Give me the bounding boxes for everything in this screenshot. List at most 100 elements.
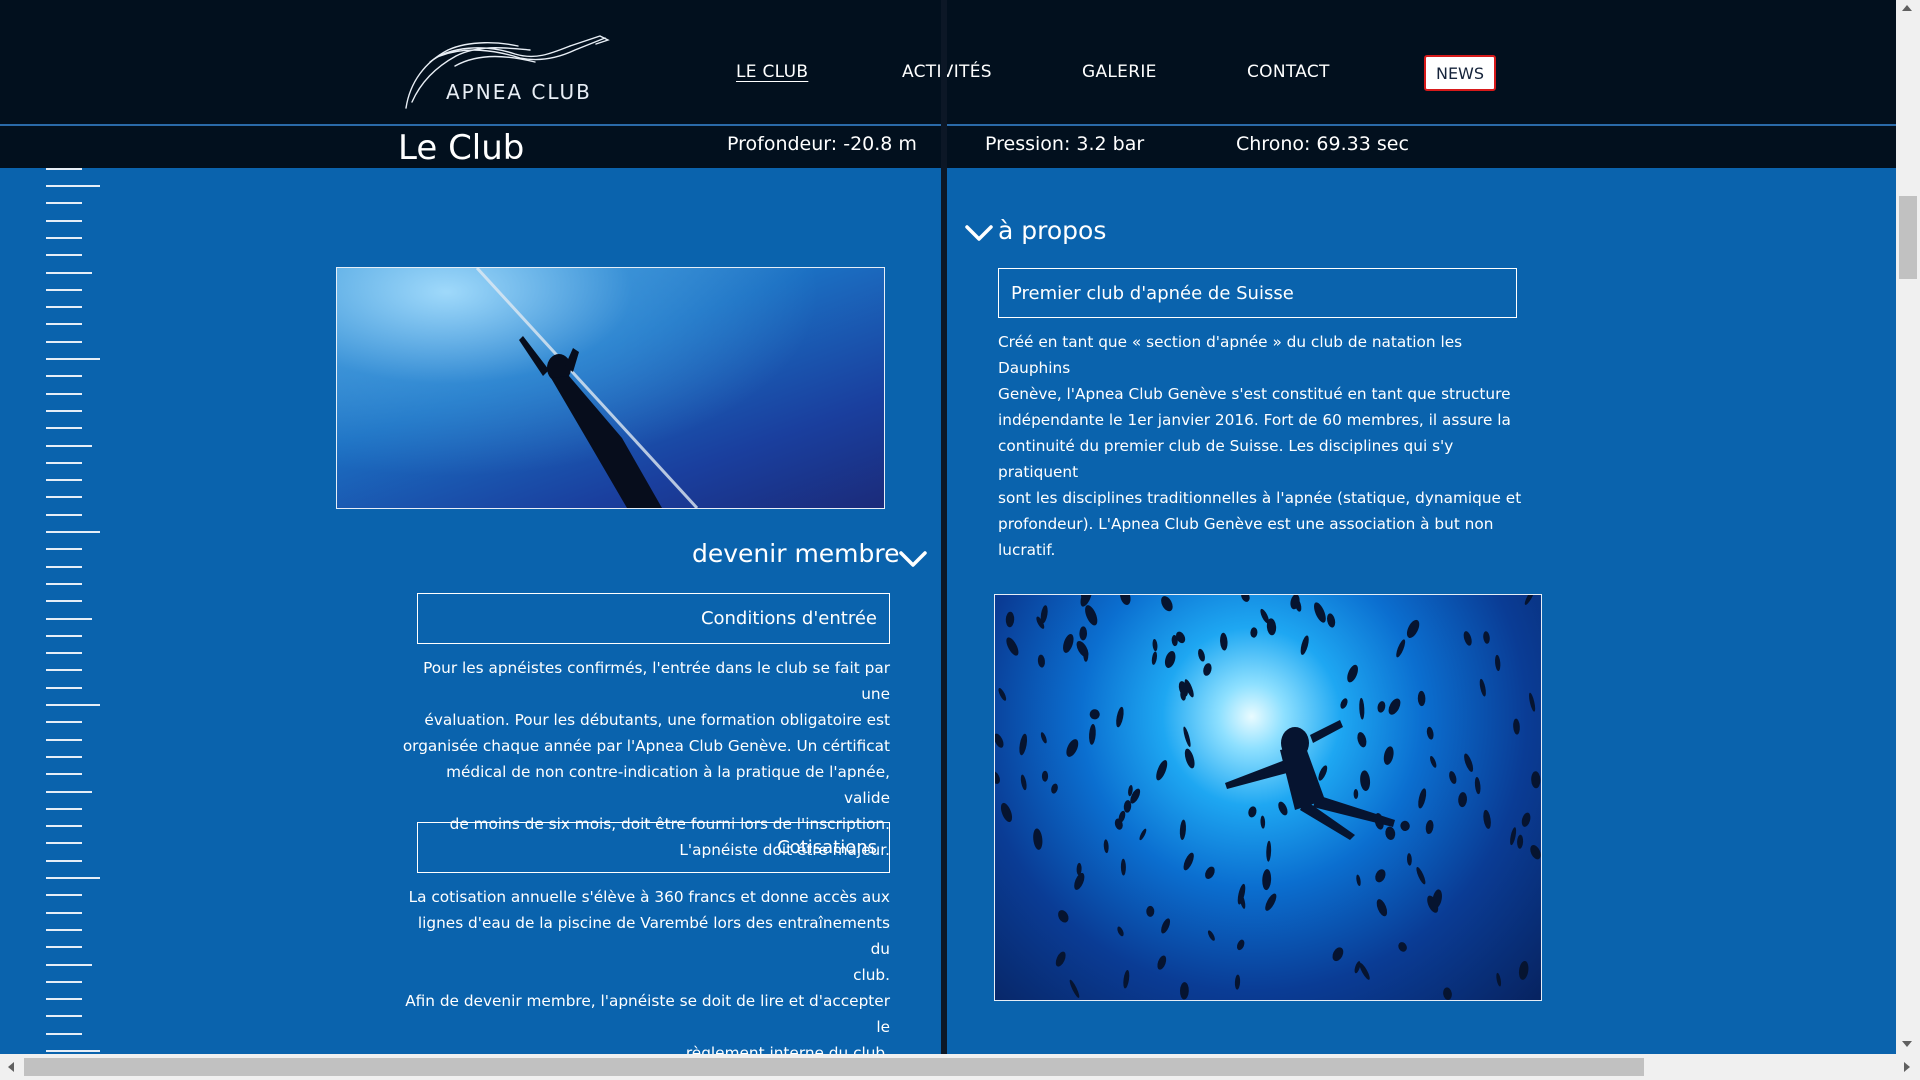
ruler-tick [46, 254, 82, 257]
fish-shape [1383, 746, 1394, 765]
chevron-down-icon[interactable] [899, 550, 927, 568]
fish-shape [1483, 809, 1491, 829]
fish-shape [1530, 845, 1541, 860]
ruler-tick [46, 911, 82, 914]
fish-shape [1300, 635, 1309, 655]
ruler-tick [46, 928, 82, 931]
fish-shape [1406, 853, 1412, 866]
fish-shape [1377, 701, 1386, 713]
fish-shape [1518, 960, 1529, 980]
ruler-tick [46, 755, 82, 758]
ruler-tick [46, 306, 82, 309]
fish-shape [1418, 788, 1427, 809]
nav-galerie[interactable]: GALERIE [1082, 62, 1157, 82]
scroll-left-arrow-icon[interactable] [8, 1062, 14, 1072]
ruler-tick [46, 704, 100, 706]
vertical-scrollbar[interactable] [1896, 0, 1920, 1054]
dive-stats-bar [0, 126, 1896, 168]
fish-shape [1020, 774, 1027, 791]
fish-shape [1327, 613, 1336, 628]
fish-shape [1425, 819, 1434, 835]
devenir-membre-heading[interactable]: devenir membre [692, 539, 900, 568]
fish-shape [1513, 718, 1520, 735]
depth-readout: Profondeur: -20.8 m [727, 133, 917, 155]
fish-shape [1458, 792, 1468, 808]
a-propos-text: Créé en tant que « section d'apnée » du … [998, 329, 1528, 563]
a-propos-heading[interactable]: à propos [998, 216, 1106, 245]
fish-shape [1388, 698, 1401, 715]
ruler-tick [46, 1050, 100, 1052]
ruler-tick [46, 600, 82, 603]
fish-shape [1220, 632, 1228, 651]
fish-shape [1076, 641, 1089, 658]
logo-text: APNEA CLUB [446, 80, 592, 104]
ruler-tick [46, 358, 100, 360]
fish-shape [1051, 783, 1058, 794]
fish-shape [1250, 627, 1258, 638]
fish-shape [995, 771, 1000, 784]
ruler-tick [46, 323, 82, 326]
cotisations-box: Cotisations [417, 822, 890, 873]
ruler-tick [46, 375, 82, 378]
fish-shape [1521, 812, 1531, 827]
fish-shape [1037, 654, 1045, 668]
fish-shape [1183, 852, 1194, 871]
chevron-down-icon[interactable] [965, 224, 993, 242]
scroll-up-arrow-icon[interactable] [1902, 5, 1912, 11]
fish-shape [1400, 820, 1410, 831]
scroll-right-arrow-icon[interactable] [1904, 1062, 1910, 1072]
text-line: Pour les apnéistes confirmés, l'entrée d… [423, 659, 890, 703]
fish-shape [1260, 608, 1269, 624]
ruler-tick [46, 825, 82, 828]
fish-shape [1151, 651, 1157, 665]
fish-shape [1496, 972, 1502, 987]
fish-shape [1179, 819, 1186, 840]
scroll-down-arrow-icon[interactable] [1902, 1041, 1912, 1047]
ruler-tick [46, 461, 82, 464]
horizontal-scroll-thumb[interactable] [24, 1058, 1644, 1076]
fish-shape [1443, 987, 1452, 1000]
fish-shape [1360, 770, 1371, 791]
ruler-tick [46, 634, 82, 637]
fish-shape [1531, 771, 1541, 789]
news-button[interactable]: NEWS [1424, 55, 1496, 91]
fish-shape [1117, 926, 1124, 937]
fish-shape [1332, 947, 1344, 962]
fish-shape [1474, 777, 1481, 795]
nav-le-club[interactable]: LE CLUB [736, 62, 808, 82]
fish-shape [1139, 828, 1147, 841]
ruler-tick [46, 842, 82, 845]
ruler-tick [46, 946, 82, 949]
logo[interactable]: APNEA CLUB [400, 32, 615, 112]
text-line: indépendante le 1er janvier 2016. Fort d… [998, 411, 1511, 429]
fish-shape [1085, 605, 1098, 626]
conditions-entree-box: Conditions d'entrée [417, 593, 890, 644]
fish-shape [1262, 869, 1272, 891]
fish-shape [1069, 979, 1080, 998]
fish-shape [1236, 939, 1245, 951]
fish-shape [1265, 893, 1277, 911]
nav-contact[interactable]: CONTACT [1247, 62, 1330, 82]
ruler-tick [46, 963, 92, 966]
fish-shape [1157, 955, 1167, 970]
fish-shape [1406, 619, 1420, 638]
fish-shape [1495, 654, 1501, 671]
fish-shape [1359, 697, 1365, 720]
ruler-tick [46, 582, 82, 585]
fish-shape [1483, 631, 1490, 644]
vertical-scroll-thumb[interactable] [1899, 196, 1917, 279]
fish-shape [1161, 596, 1173, 612]
ruler-tick [46, 686, 82, 689]
ruler-tick [46, 980, 82, 983]
text-line: organisée chaque année par l'Apnea Club … [402, 737, 890, 755]
fish-shape [1426, 726, 1434, 740]
fish-shape [1205, 866, 1215, 879]
ruler-tick [46, 669, 82, 672]
ruler-tick [46, 271, 92, 274]
text-line: médical de non contre-indication à la pr… [446, 763, 890, 807]
fish-shape [1058, 910, 1069, 923]
fish-shape [1375, 869, 1386, 883]
ruler-tick [46, 721, 82, 724]
text-line: sont les disciplines traditionnelles à l… [998, 489, 1522, 507]
fish-shape [1396, 639, 1406, 658]
